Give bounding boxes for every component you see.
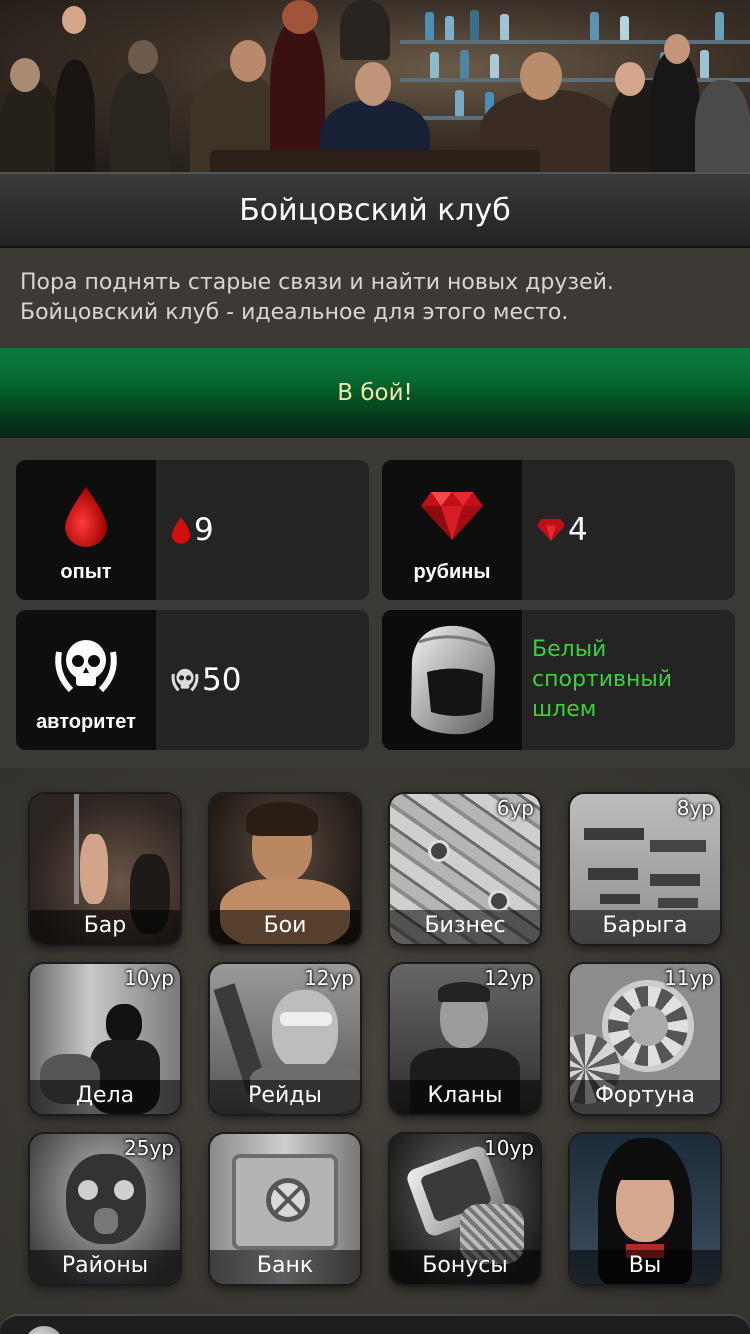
menu-tile-bonuses[interactable]: 10ур Бонусы — [390, 1134, 540, 1284]
authority-caption: авторитет — [36, 711, 136, 733]
experience-value: 9 — [194, 512, 214, 548]
boxing-helmet-icon — [411, 625, 495, 735]
bottom-chat-bar[interactable] — [0, 1314, 750, 1334]
rubies-caption: рубины — [413, 561, 491, 583]
rubies-tile: рубины — [382, 460, 522, 600]
rewards-panel: опыт 9 рубины 4 авторитет 50 Белый спорт… — [0, 438, 750, 768]
menu-tile-label: Районы — [30, 1250, 180, 1284]
blood-drop-small-icon — [171, 517, 191, 544]
fight-button-label: В бой! — [337, 380, 413, 406]
club-banner-image — [0, 0, 750, 172]
reward-card-rubies: рубины 4 — [382, 460, 735, 600]
rubies-value: 4 — [568, 512, 588, 548]
reward-card-experience: опыт 9 — [16, 460, 369, 600]
menu-tile-label: Дела — [30, 1080, 180, 1114]
page-title: Бойцовский клуб — [239, 192, 511, 228]
item-name-line-1: Белый — [532, 637, 607, 662]
reward-card-authority: авторитет 50 — [16, 610, 369, 750]
menu-tile-fortune[interactable]: 11ур Фортуна — [570, 964, 720, 1114]
menu-tile-label: Бонусы — [390, 1250, 540, 1284]
experience-caption: опыт — [60, 561, 112, 583]
level-requirement: 10ур — [484, 1136, 534, 1160]
menu-tile-deals[interactable]: 10ур Дела — [30, 964, 180, 1114]
item-name-line-3: шлем — [532, 697, 597, 722]
menu-tile-you[interactable]: Вы — [570, 1134, 720, 1284]
menu-tile-label: Рейды — [210, 1080, 360, 1114]
fight-button[interactable]: В бой! — [0, 348, 750, 438]
ruby-small-icon — [536, 519, 566, 541]
item-tile — [382, 610, 522, 750]
experience-tile: опыт — [16, 460, 156, 600]
menu-tile-label: Банк — [210, 1250, 360, 1284]
skull-small-icon — [171, 668, 199, 692]
menu-tile-raids[interactable]: 12ур Рейды — [210, 964, 360, 1114]
ruby-icon — [421, 492, 483, 540]
reward-card-item: Белый спортивный шлем — [382, 610, 735, 750]
menu-tile-label: Бои — [210, 910, 360, 944]
menu-tile-label: Вы — [570, 1250, 720, 1284]
description-line-2: Бойцовский клуб - идеальное для этого ме… — [20, 300, 569, 325]
authority-tile: авторитет — [16, 610, 156, 750]
menu-tile-label: Бизнес — [390, 910, 540, 944]
level-requirement: 6ур — [496, 796, 534, 820]
level-requirement: 11ур — [664, 966, 714, 990]
blood-drop-icon — [65, 487, 107, 547]
menu-tile-fights[interactable]: Бои — [210, 794, 360, 944]
menu-tile-districts[interactable]: 25ур Районы — [30, 1134, 180, 1284]
item-name: Белый спортивный шлем — [522, 610, 735, 750]
menu-tile-bar[interactable]: Бар — [30, 794, 180, 944]
chat-avatar-icon — [24, 1326, 64, 1334]
item-name-line-2: спортивный — [532, 667, 673, 692]
menu-tile-bank[interactable]: Банк — [210, 1134, 360, 1284]
menu-tile-clans[interactable]: 12ур Кланы — [390, 964, 540, 1114]
menu-tile-label: Кланы — [390, 1080, 540, 1114]
navigation-grid: Бар Бои 6ур Бизнес 8ур Барыга 10ур Дела … — [0, 768, 750, 1334]
level-requirement: 10ур — [124, 966, 174, 990]
menu-tile-label: Бар — [30, 910, 180, 944]
menu-tile-label: Фортуна — [570, 1080, 720, 1114]
level-requirement: 25ур — [124, 1136, 174, 1160]
description-text: Пора поднять старые связи и найти новых … — [0, 248, 750, 348]
menu-tile-dealer[interactable]: 8ур Барыга — [570, 794, 720, 944]
level-requirement: 8ур — [676, 796, 714, 820]
skull-laurel-icon — [55, 640, 117, 693]
level-requirement: 12ур — [484, 966, 534, 990]
description-line-1: Пора поднять старые связи и найти новых … — [20, 270, 614, 295]
authority-value: 50 — [202, 662, 242, 698]
title-bar: Бойцовский клуб — [0, 172, 750, 248]
menu-tile-label: Барыга — [570, 910, 720, 944]
level-requirement: 12ур — [304, 966, 354, 990]
menu-tile-business[interactable]: 6ур Бизнес — [390, 794, 540, 944]
